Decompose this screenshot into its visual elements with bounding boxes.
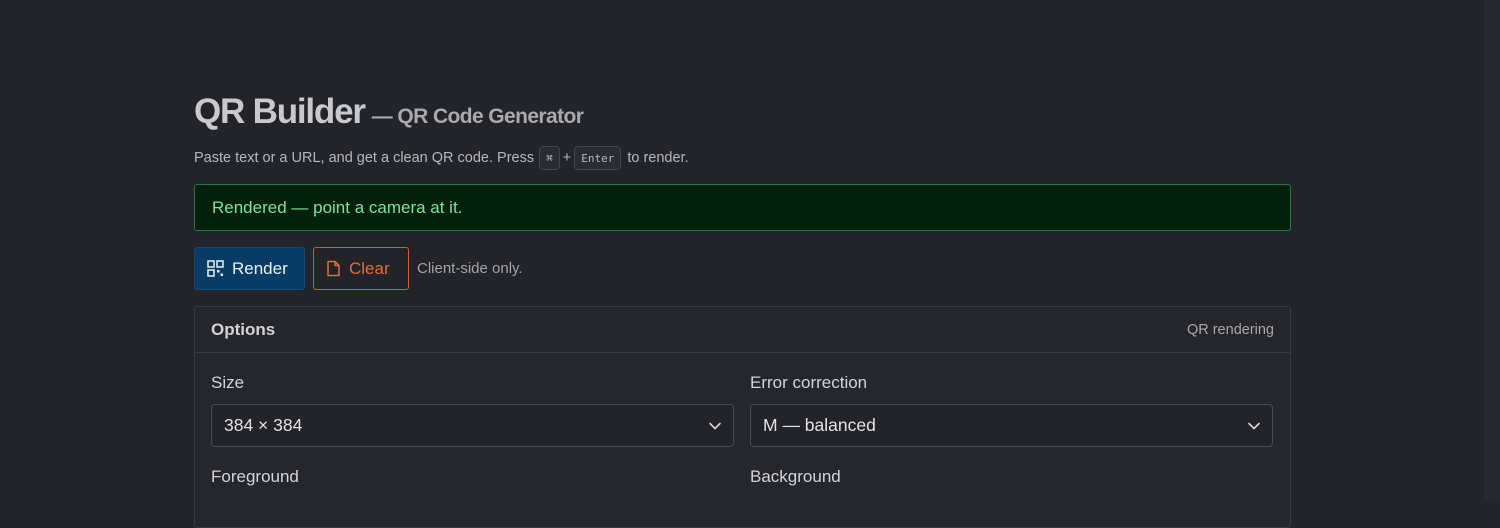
hint-text-after: to render. [627,150,689,166]
options-title: Options [211,319,276,339]
error-correction-field: Error correction M — balanced [750,373,1273,447]
size-select[interactable]: 384 × 384 [211,404,734,447]
main-container: QR Builder — QR Code Generator Paste tex… [194,92,1291,528]
clear-button-label: Clear [349,258,390,278]
kbd-enter: Enter [574,146,622,170]
hint-plus: + [562,150,572,166]
chevron-down-icon [709,422,721,429]
render-button[interactable]: Render [194,247,305,290]
page-title: QR Builder [194,92,366,131]
hint-text-before: Paste text or a URL, and get a clean QR … [194,150,535,166]
foreground-field: Foreground [211,467,734,489]
page-subtitle: — QR Code Generator [371,105,584,128]
chevron-down-icon [1248,422,1260,429]
header: QR Builder — QR Code Generator [194,92,1291,138]
clear-button[interactable]: Clear [313,247,409,290]
success-alert: Rendered — point a camera at it. [194,184,1291,231]
size-select-value: 384 × 384 [224,415,303,435]
size-field: Size 384 × 384 [211,373,734,447]
options-meta: QR rendering [1186,321,1274,338]
qr-code-icon [207,260,224,277]
foreground-label: Foreground [211,467,299,486]
kbd-command: ⌘ [539,146,560,170]
render-button-label: Render [232,258,288,278]
background-label: Background [750,467,841,486]
file-icon [327,260,340,277]
background-field: Background [750,467,1273,489]
error-correction-value: M — balanced [763,415,876,435]
action-bar: Render Clear Client-side only. [194,247,1291,290]
alert-text: Rendered — point a camera at it. [212,197,463,217]
usage-hint: Paste text or a URL, and get a clean QR … [194,146,1291,170]
size-label: Size [211,373,245,392]
error-correction-label: Error correction [750,373,868,392]
client-side-note: Client-side only. [417,260,523,277]
options-grid: Size 384 × 384 Error correction M — bala… [195,373,1290,489]
page-scrollbar[interactable] [1485,0,1500,500]
options-header: Options QR rendering [195,307,1290,353]
error-correction-select[interactable]: M — balanced [750,404,1273,447]
options-card: Options QR rendering Size 384 × 384 Erro… [194,306,1291,528]
